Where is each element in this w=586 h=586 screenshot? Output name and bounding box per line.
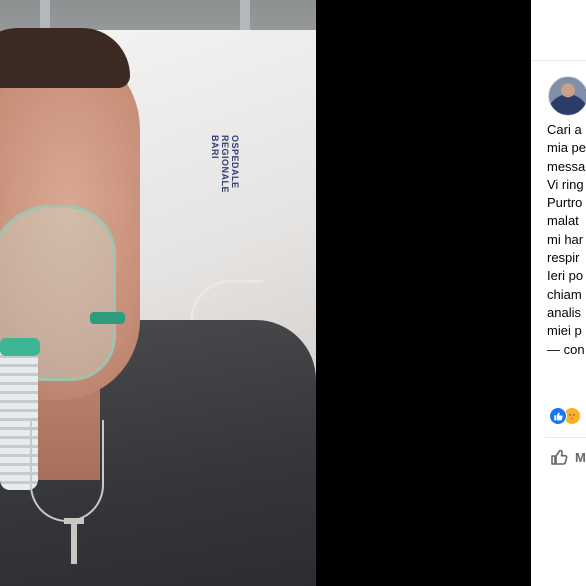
caption-line: Vi ring [547,176,584,192]
divider [545,437,586,438]
like-button[interactable]: M [549,447,586,467]
necklace-chain [30,420,104,522]
caption-line: miei p [547,323,582,339]
post-caption: Cari a mia pe messa Vi ring Purtro malat… [547,121,586,359]
caption-line: Purtro [547,195,583,211]
caption-line: messa [547,158,586,174]
avatar[interactable] [548,76,586,116]
caption-line: mia pe [547,140,586,156]
hair [0,28,130,88]
caption-line: Ieri po [547,268,584,284]
caption-line: respir [547,250,580,266]
caption-line: analis [547,304,581,320]
caption-line: malat [547,213,579,229]
divider [531,60,586,61]
caption-line: Cari a [547,122,582,137]
reaction-summary[interactable] [549,407,586,427]
mask-strap [90,312,125,324]
caption-line: mi har [547,231,584,247]
thumbs-up-icon [551,449,568,465]
pillow-print: OSPEDALE REGIONALE BARI [210,135,240,194]
like-button-label: M [575,449,586,465]
like-reaction-icon [549,407,567,425]
post-side-panel: Cari a mia pe messa Vi ring Purtro malat… [531,0,586,586]
caption-line: chiam [547,286,582,302]
tube-connector [0,338,40,356]
post-photo[interactable]: OSPEDALE REGIONALE BARI [0,0,316,586]
see-more-link[interactable]: — con [547,341,586,359]
tau-cross-pendant [64,518,84,566]
